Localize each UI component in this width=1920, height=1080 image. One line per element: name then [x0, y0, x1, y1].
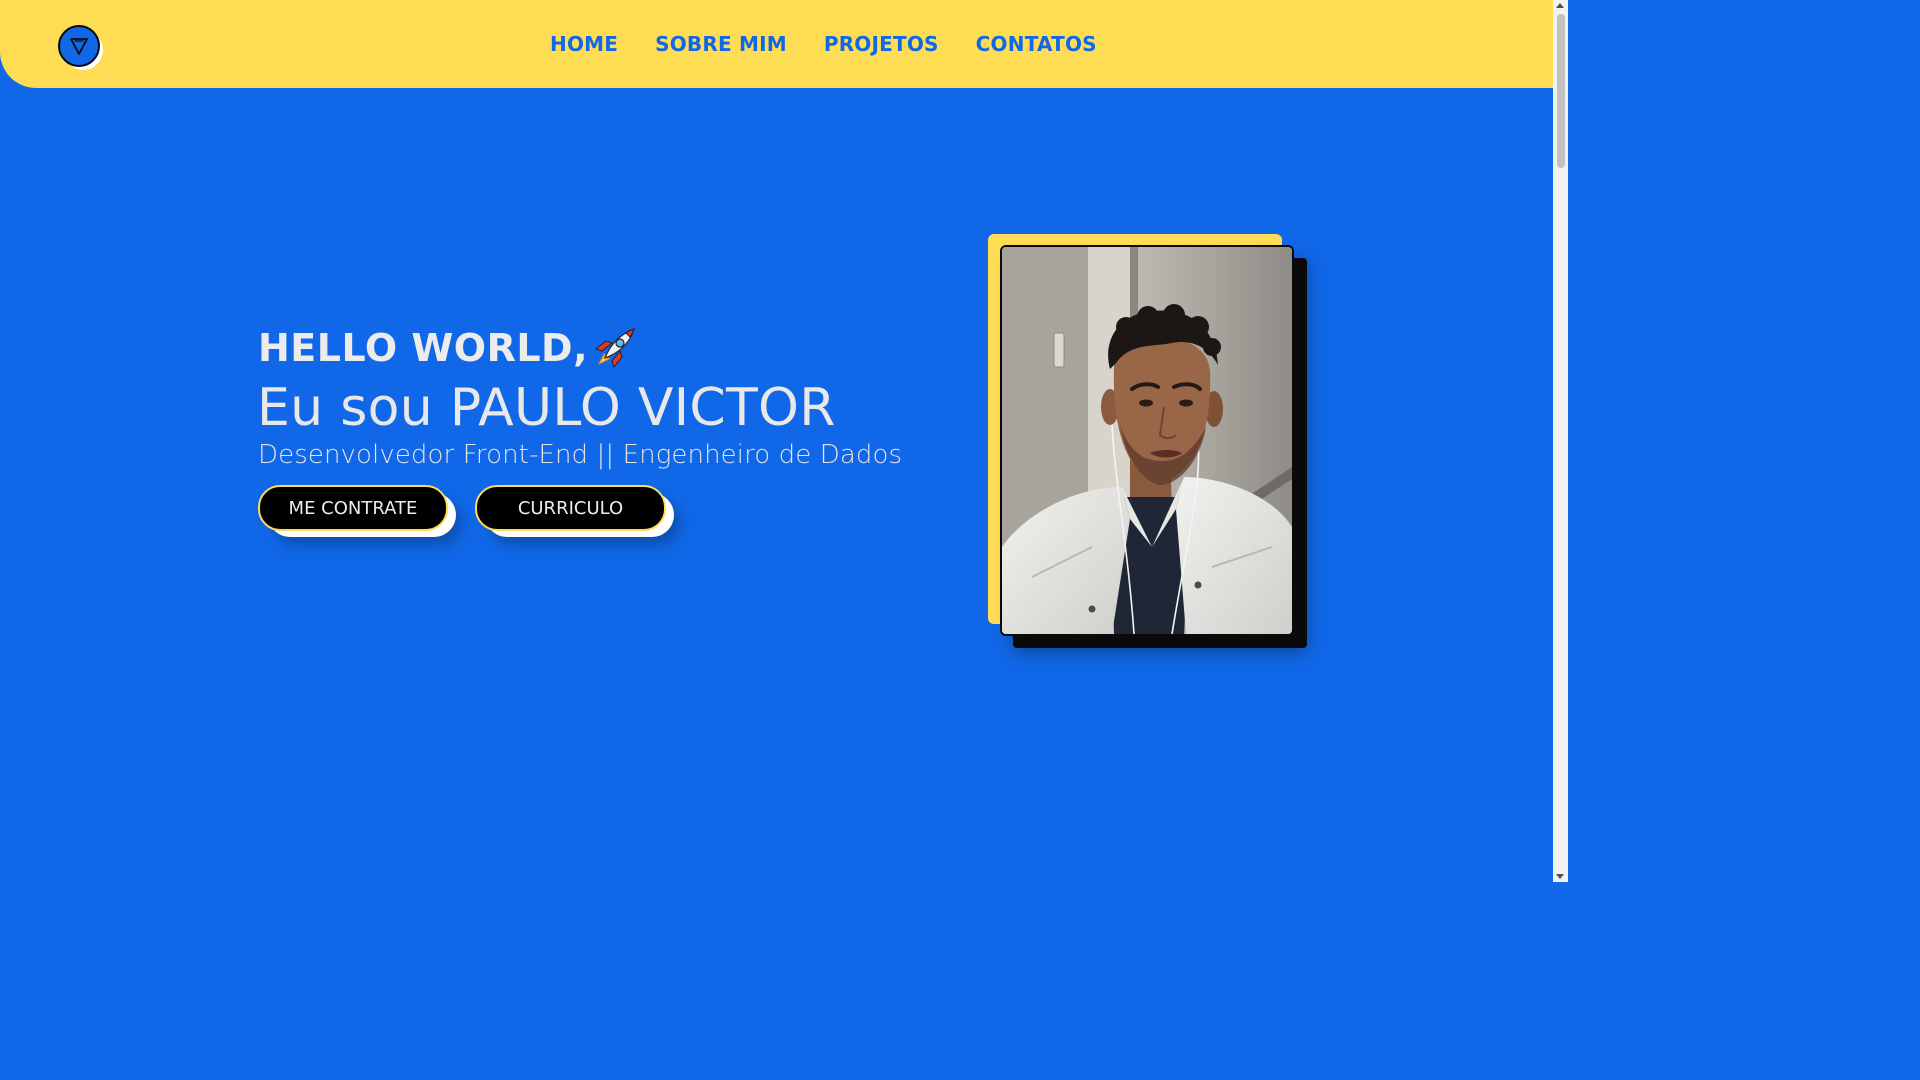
- logo[interactable]: [58, 25, 103, 70]
- greeting-text: HELLO WORLD,: [258, 326, 589, 370]
- page: HOME SOBRE MIM PROJETOS CONTATOS HELLO W…: [0, 0, 1568, 882]
- rocket-icon: [595, 328, 635, 369]
- hire-button-wrap: ME CONTRATE: [258, 485, 458, 539]
- page-scrollbar[interactable]: [1553, 0, 1568, 882]
- nav-home[interactable]: HOME: [550, 29, 618, 59]
- resume-button[interactable]: CURRICULO: [475, 485, 666, 531]
- scroll-down-arrow-icon[interactable]: [1556, 874, 1564, 879]
- profile-photo: [1000, 245, 1294, 636]
- hire-me-button[interactable]: ME CONTRATE: [258, 485, 448, 531]
- nabla-logo-icon[interactable]: [58, 25, 100, 67]
- nav-contatos[interactable]: CONTATOS: [976, 29, 1097, 59]
- resume-button-wrap: CURRICULO: [475, 485, 675, 539]
- hero-role: Desenvolvedor Front-End || Engenheiro de…: [258, 440, 903, 470]
- nav-projetos[interactable]: PROJETOS: [824, 29, 939, 59]
- profile-photo-image: [1002, 247, 1292, 634]
- site-header: HOME SOBRE MIM PROJETOS CONTATOS: [0, 0, 1553, 88]
- scroll-up-arrow-icon[interactable]: [1556, 3, 1564, 8]
- main-nav: HOME SOBRE MIM PROJETOS CONTATOS: [550, 29, 1097, 59]
- hero-name: Eu sou PAULO VICTOR: [257, 378, 836, 438]
- nabla-glyph-icon: [70, 38, 88, 55]
- scroll-thumb[interactable]: [1557, 14, 1565, 168]
- nav-sobre-mim[interactable]: SOBRE MIM: [655, 29, 787, 59]
- hero-greeting: HELLO WORLD,: [258, 322, 638, 374]
